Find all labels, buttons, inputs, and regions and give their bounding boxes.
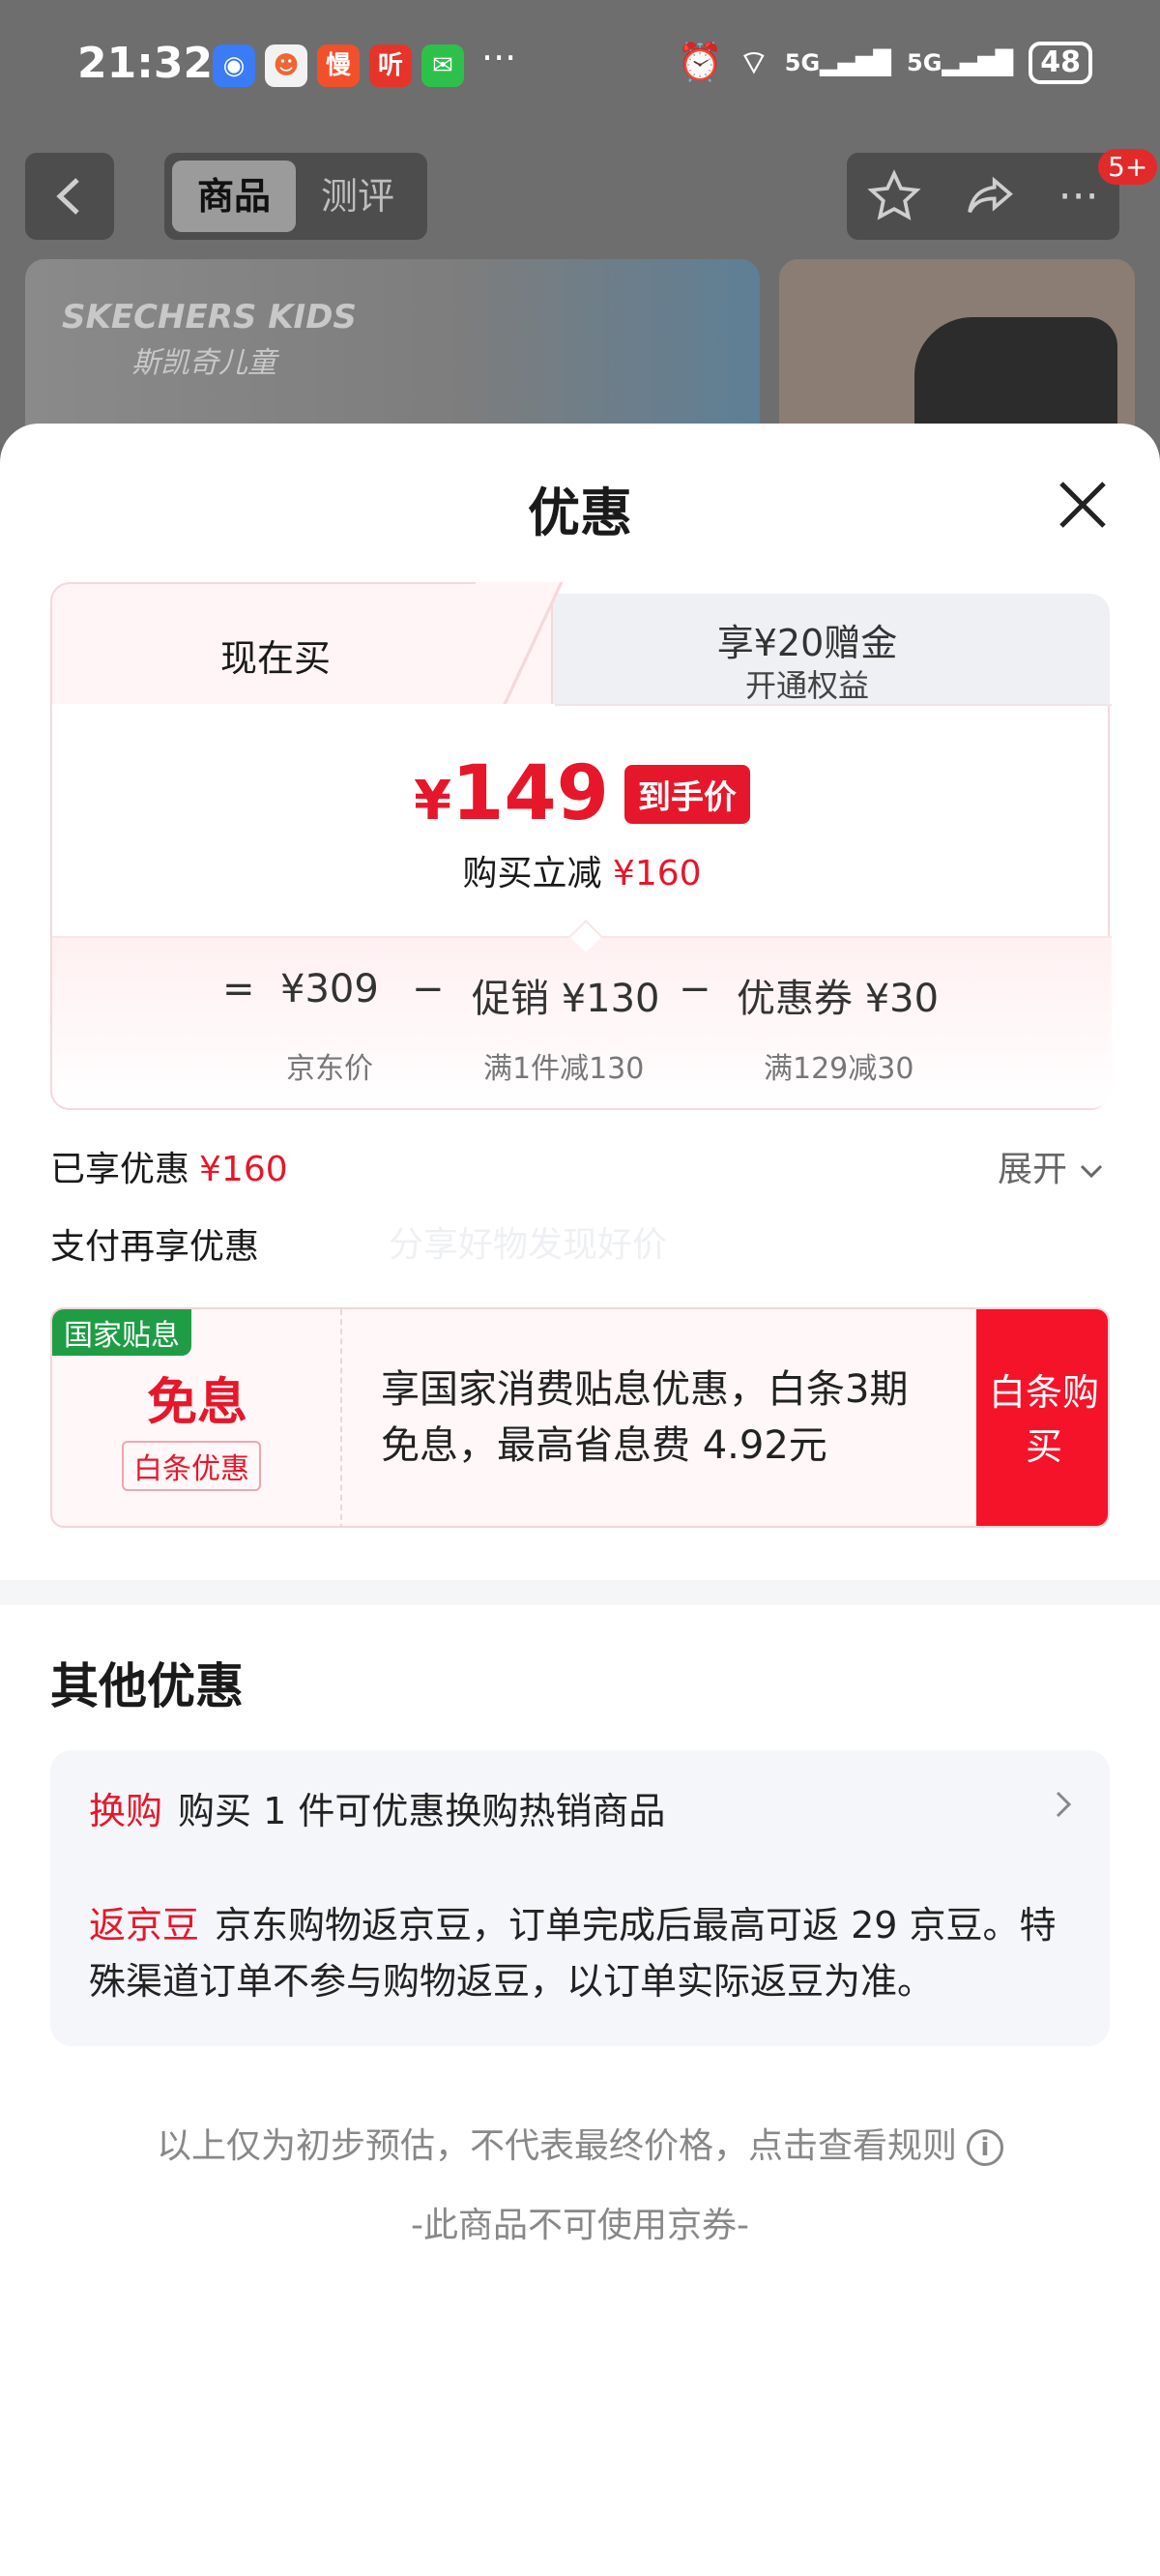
price-formula: = ¥309 京东价 − 促销 ¥130 满1件减130 − 优惠券 ¥30 满… [52, 920, 1112, 1108]
formula-equals: = [222, 967, 255, 1011]
product-top-bar: 商品 测评 ··· 5+ [0, 149, 1160, 240]
subsidy-description: 享国家消费贴息优惠，白条3期免息，最高省息费 4.92元 [381, 1367, 909, 1468]
tab-benefit[interactable]: 享¥20赠金 开通权益 [505, 594, 1110, 710]
estimate-note-text: 以上仅为初步预估，不代表最终价格，点击查看规则 [156, 2126, 957, 2166]
subsidy-card: 免息 白条优惠 国家贴息 享国家消费贴息优惠，白条3期免息，最高省息费 4.92… [50, 1307, 1110, 1528]
status-time: 21:32 [77, 39, 214, 88]
caret [569, 920, 602, 952]
jingdou-item: 返京豆 京东购物返京豆，订单完成后最高可返 29 京豆。特殊渠道订单不参与购物返豆… [89, 1897, 1085, 2009]
reduction-label: 购买立减 [462, 854, 602, 893]
section-divider [0, 1580, 1160, 1605]
wifi-icon: ⌔ [738, 44, 769, 82]
jingdou-tag: 返京豆 [89, 1904, 200, 1947]
top-actions: ··· [847, 153, 1119, 240]
sheet-title: 优惠 [528, 483, 632, 543]
currency-symbol: ¥ [414, 770, 452, 833]
ting-app-icon: 听 [369, 44, 412, 87]
divider [555, 704, 1112, 706]
signal-5g-icon-2: 5G▂▄▆█ [907, 48, 1014, 76]
chevron-left-icon [56, 178, 79, 215]
instant-reduction: 购买立减 ¥160 [52, 845, 1112, 895]
final-price-tag: 到手价 [624, 764, 750, 824]
enjoyed-label: 已享优惠 [50, 1150, 190, 1189]
status-bar: 21:32 ◉ ☻ 慢 听 ✉ ··· ⏰ ⌔ 5G▂▄▆█ 5G▂▄▆█ 48 [0, 29, 1160, 112]
price-card: 享¥20赠金 开通权益 现在买 ¥149 到手价 购买立减 ¥160 = ¥30… [50, 582, 1112, 1110]
estimate-note[interactable]: 以上仅为初步预估，不代表最终价格，点击查看规则 i [0, 2118, 1160, 2168]
reduction-value: ¥160 [612, 854, 702, 893]
watermark-text: 分享好物发现好价 [389, 1225, 668, 1265]
mascot-app-icon: ☻ [265, 44, 307, 87]
expand-button[interactable]: 展开 [998, 1141, 1105, 1191]
message-badge: 5+ [1098, 149, 1158, 185]
price-body: ¥149 到手价 购买立减 ¥160 = ¥309 京东价 − 促销 ¥130 … [50, 704, 1112, 1110]
final-price-value: 149 [451, 750, 609, 837]
signal-5g-icon: 5G▂▄▆█ [784, 48, 892, 76]
formula-coupon-label: 满129减30 [764, 1052, 914, 1086]
status-right: ⏰ ⌔ 5G▂▄▆█ 5G▂▄▆█ 48 [677, 41, 1092, 84]
back-button[interactable] [25, 153, 114, 240]
alarm-icon: ⏰ [677, 41, 723, 83]
final-price: ¥149 [414, 750, 609, 837]
brand-logo: SKECHERS KIDS [62, 298, 357, 337]
star-icon[interactable] [867, 169, 921, 223]
other-discounts-list: 换购 购买 1 件可优惠换购热销商品 返京豆 京东购物返京豆，订单完成后最高可返 2… [50, 1750, 1110, 2046]
more-notifications-icon: ··· [481, 37, 517, 79]
brand-logo-cn: 斯凯奇儿童 [131, 346, 276, 380]
chevron-down-icon [1081, 1164, 1103, 1179]
subsidy-title: 免息 [146, 1374, 247, 1432]
tab-slant [476, 582, 592, 710]
segment-tabs: 商品 测评 [164, 153, 427, 240]
tab-buy-now-label: 现在买 [220, 637, 332, 680]
share-icon[interactable] [963, 169, 1017, 223]
tab-product[interactable]: 商品 [172, 161, 296, 232]
chevron-right-icon[interactable] [1054, 1789, 1073, 1820]
info-icon[interactable]: i [967, 2129, 1003, 2166]
baitiao-buy-button[interactable]: 白条购买 [976, 1309, 1108, 1526]
browser-icon: ◉ [213, 44, 255, 87]
formula-minus-2: − [679, 967, 711, 1011]
battery-icon: 48 [1029, 41, 1092, 84]
jingdou-text: 京东购物返京豆，订单完成后最高可返 29 京豆。特殊渠道订单不参与购物返豆，以订… [89, 1904, 1057, 2003]
notification-icons: ◉ ☻ 慢 听 ✉ [213, 44, 464, 87]
expand-label: 展开 [998, 1150, 1068, 1189]
discount-sheet: 优惠 享¥20赠金 开通权益 现在买 ¥149 到手价 购买立减 ¥160 = … [0, 424, 1160, 2576]
more-icon[interactable]: ··· [1058, 172, 1099, 221]
subsidy-subtitle: 白条优惠 [122, 1441, 261, 1491]
national-subsidy-badge: 国家贴息 [52, 1309, 191, 1356]
formula-promo-label: 满1件减130 [483, 1052, 645, 1086]
pay-again-label: 支付再享优惠 [50, 1227, 260, 1267]
man-app-icon: 慢 [317, 44, 360, 87]
close-icon[interactable] [1056, 478, 1110, 532]
enjoyed-discount: 已享优惠 ¥160 [50, 1141, 288, 1191]
wechat-icon: ✉ [421, 44, 464, 87]
enjoyed-value: ¥160 [199, 1150, 288, 1189]
trade-in-text: 购买 1 件可优惠换购热销商品 [178, 1790, 666, 1832]
other-discounts-title: 其他优惠 [50, 1658, 244, 1714]
trade-in-item[interactable]: 换购 购买 1 件可优惠换购热销商品 [89, 1781, 665, 1834]
formula-jd-price-label: 京东价 [286, 1052, 373, 1086]
formula-promo: 促销 ¥130 [472, 977, 660, 1021]
tab-review[interactable]: 测评 [296, 161, 420, 232]
final-price-row: ¥149 到手价 [52, 750, 1112, 837]
formula-minus-1: − [412, 967, 445, 1011]
tab-benefit-subtitle: 开通权益 [744, 667, 869, 704]
formula-coupon: 优惠券 ¥30 [737, 977, 940, 1021]
formula-jd-price: ¥309 [280, 967, 379, 1011]
coupon-restriction-note: -此商品不可使用京券- [411, 2206, 749, 2245]
tab-benefit-title: 享¥20赠金 [716, 622, 898, 664]
trade-in-tag: 换购 [89, 1790, 163, 1832]
